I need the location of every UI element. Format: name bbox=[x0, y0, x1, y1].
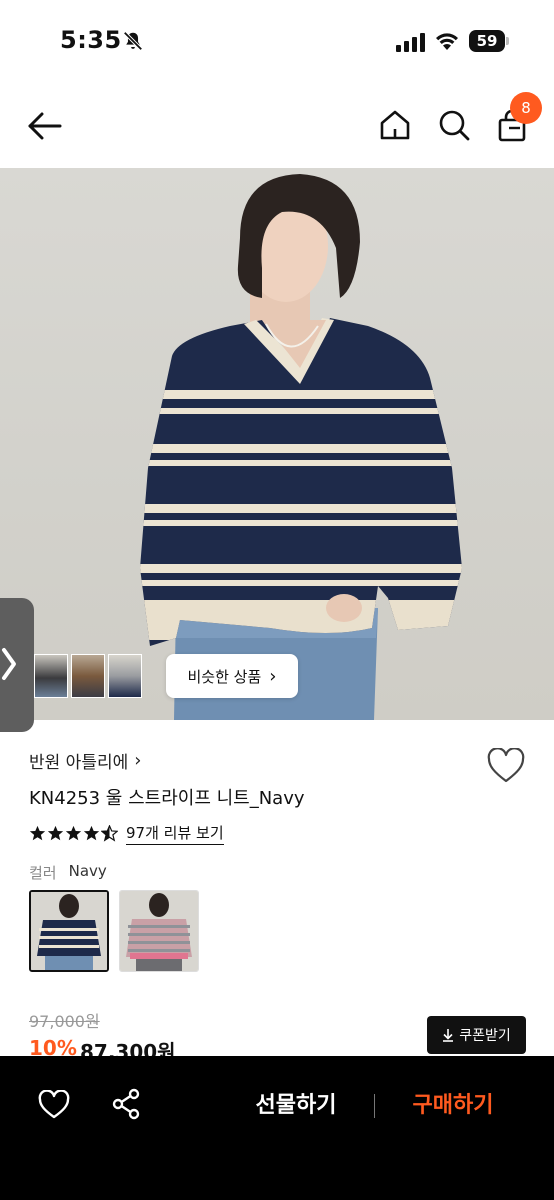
search-icon[interactable] bbox=[437, 108, 471, 142]
color-option-label: 컬러 Navy bbox=[29, 862, 107, 883]
chevron-right-icon: › bbox=[134, 750, 142, 771]
home-icon[interactable] bbox=[378, 108, 412, 142]
cart-count-badge: 8 bbox=[510, 92, 542, 124]
star-half-icon bbox=[101, 825, 118, 842]
wifi-icon bbox=[436, 33, 458, 50]
coupon-label: 쿠폰받기 bbox=[459, 1028, 511, 1044]
swatch-thumbnail bbox=[120, 891, 198, 971]
divider bbox=[374, 1094, 375, 1118]
star-rating bbox=[29, 825, 118, 842]
status-time: 5:35 bbox=[60, 26, 122, 54]
star-full-icon bbox=[47, 825, 64, 841]
gift-button[interactable]: 선물하기 bbox=[226, 1086, 366, 1126]
battery-tip bbox=[506, 37, 509, 45]
chevron-right-icon: › bbox=[269, 665, 277, 687]
bottom-action-bar: 선물하기 구매하기 bbox=[0, 1056, 554, 1200]
cellular-signal-icon bbox=[396, 33, 425, 52]
color-swatch-navy[interactable] bbox=[29, 890, 109, 972]
share-icon[interactable] bbox=[111, 1088, 141, 1120]
side-drawer-tab[interactable] bbox=[0, 598, 34, 732]
original-price: 97,000원 bbox=[29, 1012, 100, 1031]
rating-row: 97개 리뷰 보기 bbox=[29, 822, 224, 845]
product-title: KN4253 울 스트라이프 니트_Navy bbox=[29, 788, 305, 809]
chevron-right-icon bbox=[2, 648, 16, 680]
product-main-image[interactable] bbox=[0, 168, 554, 720]
brand-name: 반원 아틀리에 bbox=[29, 753, 129, 773]
buy-button[interactable]: 구매하기 bbox=[385, 1086, 521, 1126]
brand-link[interactable]: 반원 아틀리에 › bbox=[29, 748, 141, 773]
star-full-icon bbox=[29, 825, 46, 841]
color-key: 컬러 bbox=[29, 864, 57, 882]
image-thumbnail-strip bbox=[34, 654, 142, 698]
color-value: Navy bbox=[68, 862, 107, 880]
bell-mute-icon bbox=[123, 31, 143, 51]
image-thumbnail[interactable] bbox=[71, 654, 105, 698]
coupon-download-button[interactable]: 쿠폰받기 bbox=[427, 1016, 526, 1054]
similar-products-label: 비슷한 상품 bbox=[187, 667, 262, 686]
image-thumbnail[interactable] bbox=[108, 654, 142, 698]
battery-level: 59 bbox=[469, 30, 505, 52]
review-link[interactable]: 97개 리뷰 보기 bbox=[126, 822, 224, 845]
download-icon bbox=[443, 1029, 454, 1042]
star-full-icon bbox=[65, 825, 82, 841]
status-bar: 5:35 59 bbox=[0, 0, 554, 84]
back-arrow-icon[interactable] bbox=[26, 110, 64, 142]
similar-products-button[interactable]: 비슷한 상품 › bbox=[166, 654, 298, 698]
like-heart-icon[interactable] bbox=[38, 1090, 70, 1120]
swatch-thumbnail bbox=[31, 892, 107, 970]
nav-bar bbox=[0, 84, 554, 168]
star-full-icon bbox=[83, 825, 100, 841]
color-swatch-pink[interactable] bbox=[119, 890, 199, 972]
model-photo bbox=[140, 174, 462, 720]
wishlist-heart-icon[interactable] bbox=[486, 748, 526, 784]
image-thumbnail[interactable] bbox=[34, 654, 68, 698]
